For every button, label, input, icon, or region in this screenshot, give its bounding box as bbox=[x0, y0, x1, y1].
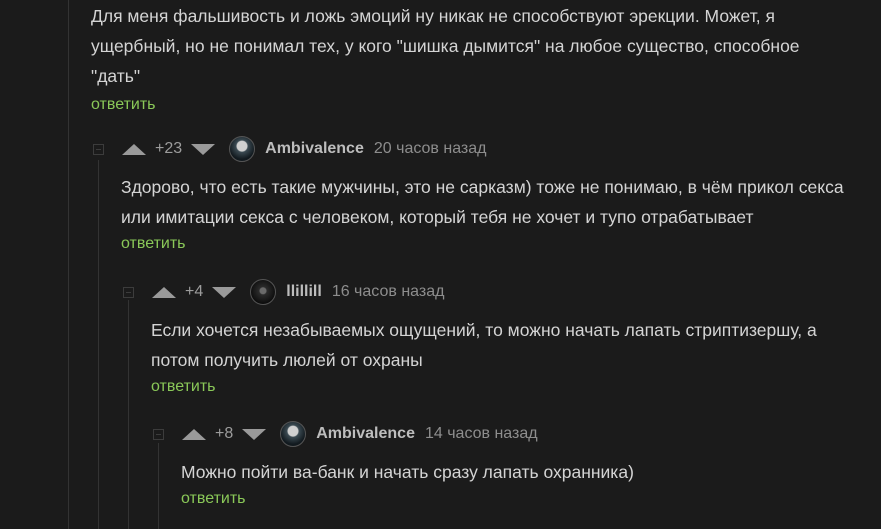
comment-body: Здорово, что есть такие мужчины, это не … bbox=[121, 172, 853, 254]
rating: +23 bbox=[155, 140, 183, 157]
comment-text: Если хочется незабываемых ощущений, то м… bbox=[151, 320, 817, 370]
author-name[interactable]: Ambivalence bbox=[265, 140, 364, 158]
arrow-up-icon[interactable] bbox=[152, 286, 176, 298]
arrow-down-icon[interactable] bbox=[242, 428, 267, 440]
collapse-icon[interactable] bbox=[153, 428, 164, 440]
reply-link[interactable]: ответить bbox=[121, 234, 186, 254]
comment-body: Можно пойти ва-банк и начать сразу лапат… bbox=[181, 457, 853, 509]
collapse-icon[interactable] bbox=[93, 143, 104, 155]
arrow-up-icon[interactable] bbox=[182, 428, 206, 440]
comment-header: +23 Ambivalence 20 часов назад bbox=[93, 135, 853, 163]
comment-1: +23 Ambivalence 20 часов назад Здорово, … bbox=[93, 135, 853, 254]
arrow-down-icon[interactable] bbox=[191, 143, 216, 155]
reply-link[interactable]: ответить bbox=[91, 95, 156, 115]
author-name[interactable]: Ambivalence bbox=[316, 425, 415, 443]
rating: +4 bbox=[185, 283, 204, 300]
comment-body: Если хочется незабываемых ощущений, то м… bbox=[151, 315, 853, 397]
comment-3: +8 Ambivalence 14 часов назад Можно пойт… bbox=[153, 420, 853, 509]
collapse-icon[interactable] bbox=[123, 286, 134, 298]
comment-header: +8 Ambivalence 14 часов назад bbox=[153, 420, 853, 448]
avatar[interactable] bbox=[229, 136, 256, 162]
timestamp[interactable]: 14 часов назад bbox=[425, 425, 538, 443]
thread-line[interactable] bbox=[68, 0, 69, 529]
comment-text: Здорово, что есть такие мужчины, это не … bbox=[121, 177, 844, 227]
rating: +8 bbox=[215, 425, 234, 442]
author-name[interactable]: llillill bbox=[286, 283, 322, 301]
reply-link[interactable]: ответить bbox=[181, 489, 246, 509]
arrow-down-icon[interactable] bbox=[212, 286, 237, 298]
timestamp[interactable]: 20 часов назад bbox=[374, 140, 487, 158]
avatar[interactable] bbox=[250, 279, 277, 305]
comment-top: Для меня фальшивость и ложь эмоций ну ни… bbox=[91, 0, 851, 115]
reply-link[interactable]: ответить bbox=[151, 377, 216, 397]
comment-2: +4 llillill 16 часов назад Если хочется … bbox=[123, 278, 853, 397]
comment-text: Для меня фальшивость и ложь эмоций ну ни… bbox=[91, 6, 800, 86]
timestamp[interactable]: 16 часов назад bbox=[332, 283, 445, 301]
comment-header: +4 llillill 16 часов назад bbox=[123, 278, 853, 306]
avatar[interactable] bbox=[280, 421, 307, 447]
arrow-up-icon[interactable] bbox=[122, 143, 146, 155]
comment-text: Можно пойти ва-банк и начать сразу лапат… bbox=[181, 462, 634, 482]
